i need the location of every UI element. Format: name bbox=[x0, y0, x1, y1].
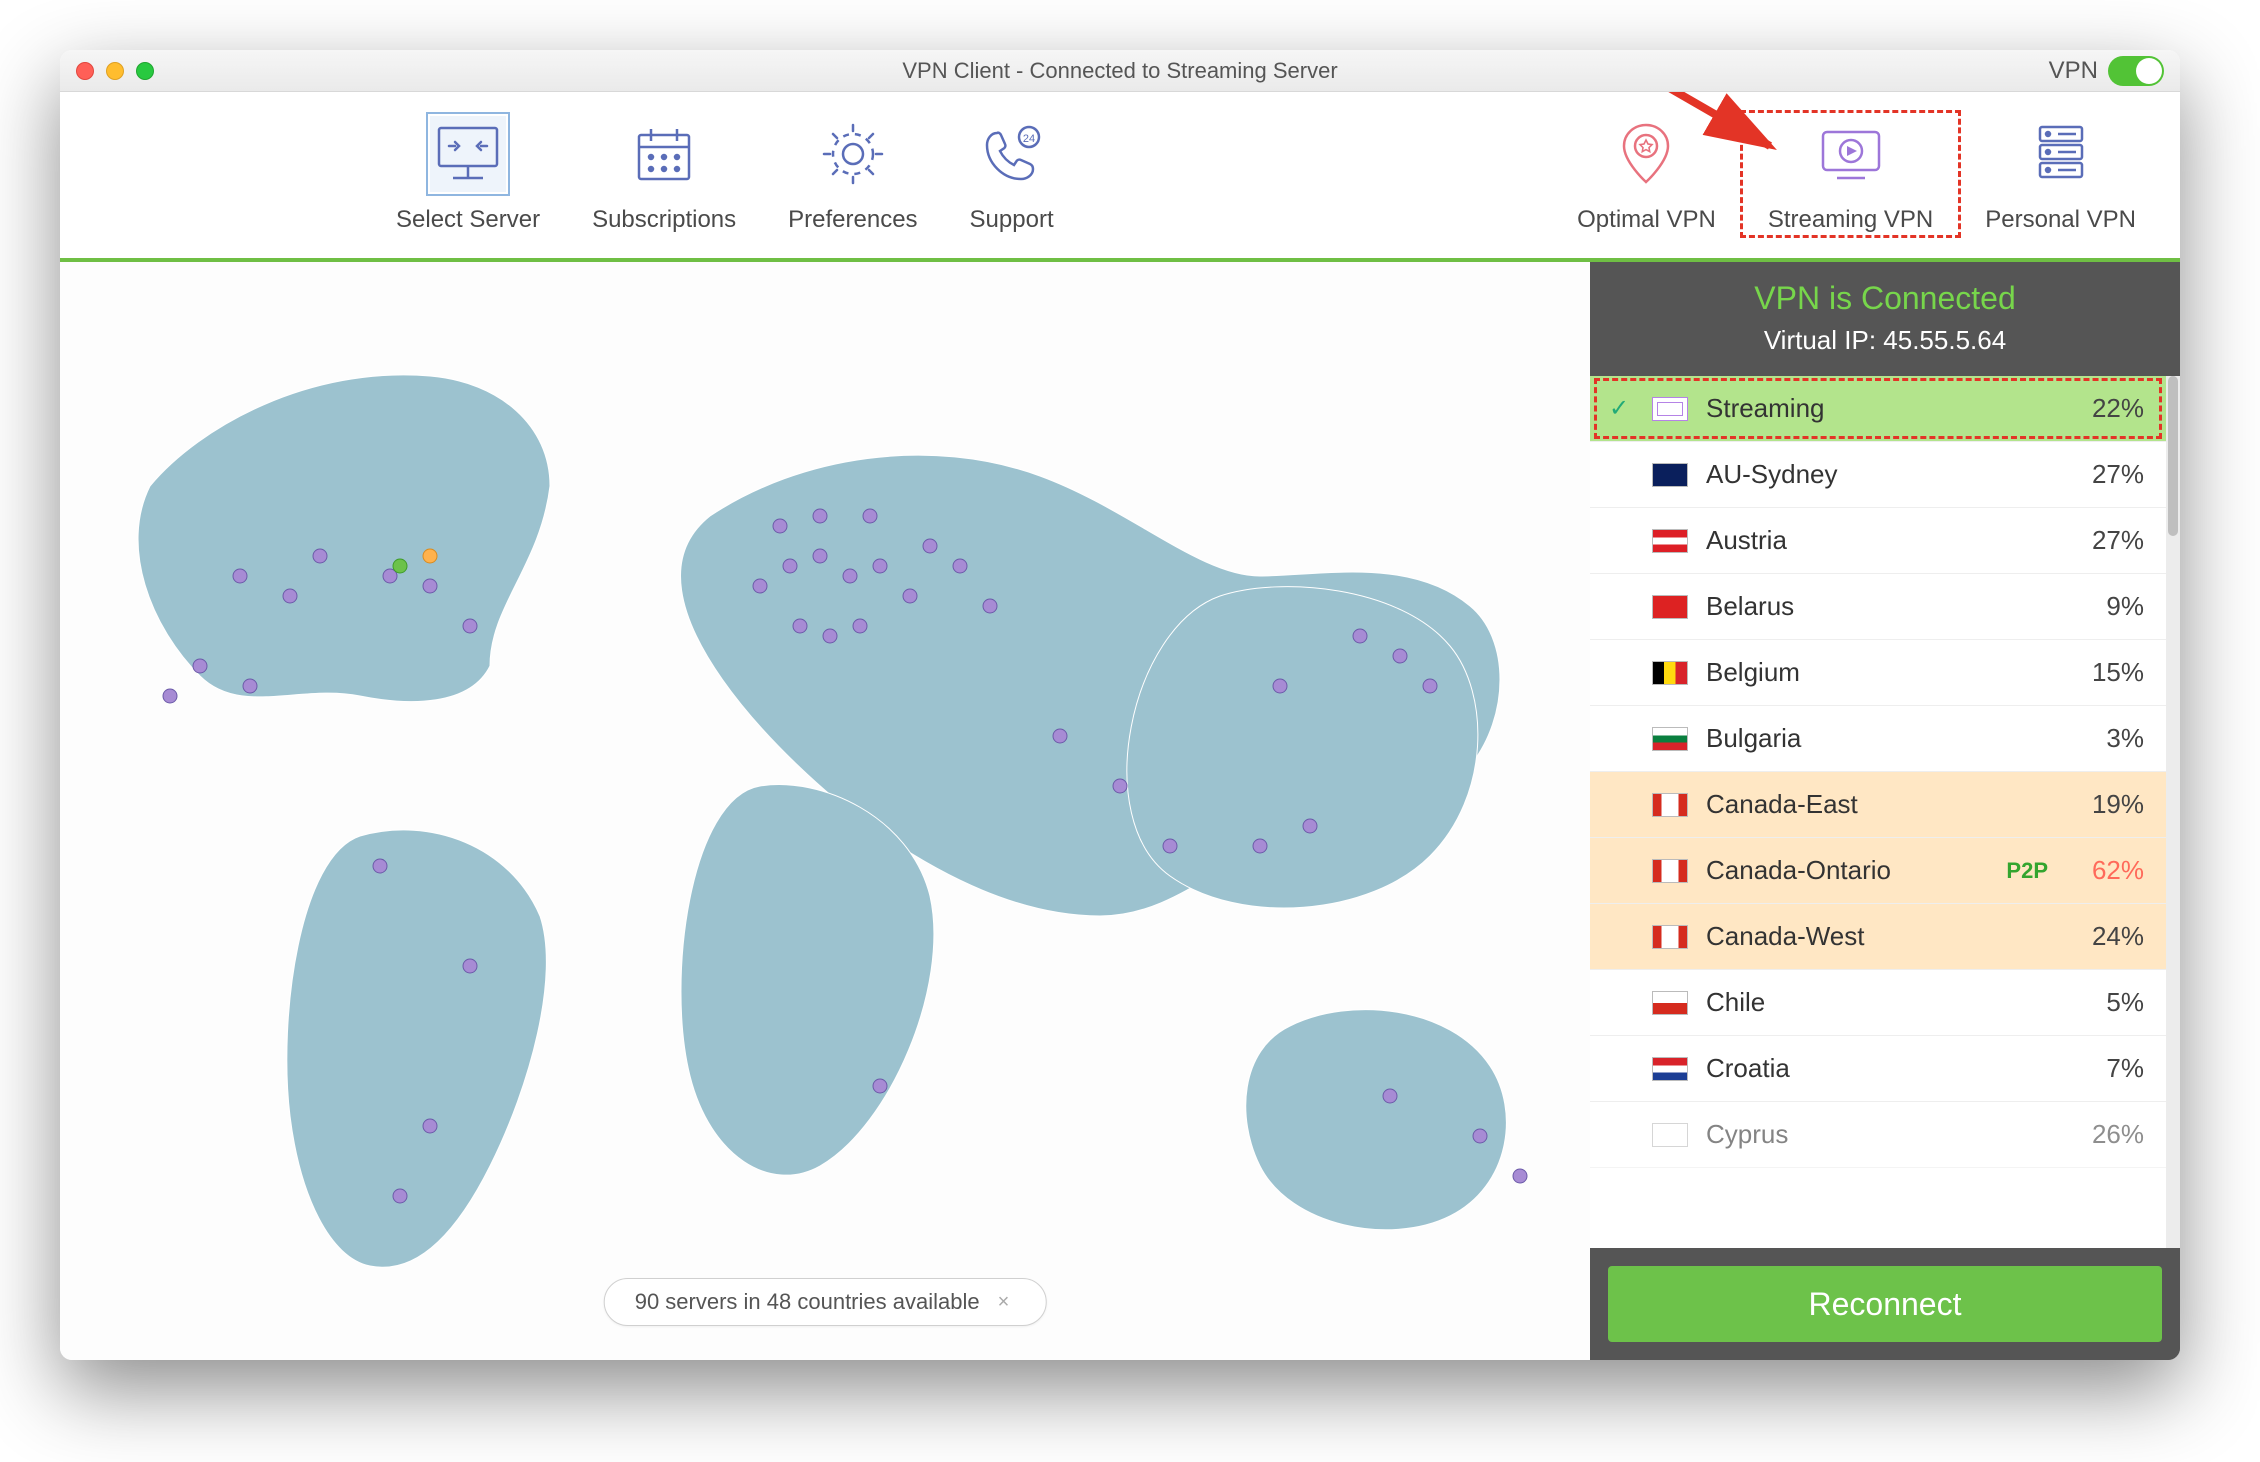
personal-vpn-button[interactable]: Personal VPN bbox=[1959, 106, 2162, 244]
server-name: Bulgaria bbox=[1706, 723, 2054, 754]
preferences-label: Preferences bbox=[788, 206, 917, 234]
server-name: Belgium bbox=[1706, 657, 2054, 688]
server-sidebar: VPN is Connected Virtual IP: 45.55.5.64 … bbox=[1590, 262, 2180, 1360]
phone-support-icon: 24 bbox=[974, 116, 1050, 192]
subscriptions-button[interactable]: Subscriptions bbox=[566, 106, 762, 244]
streaming-vpn-label: Streaming VPN bbox=[1768, 206, 1933, 234]
window-controls bbox=[76, 62, 154, 80]
server-load-pct: 9% bbox=[2072, 591, 2144, 622]
server-list: ✓Streaming22%✓AU-Sydney27%✓Austria27%✓Be… bbox=[1590, 376, 2166, 1248]
gear-icon bbox=[815, 116, 891, 192]
flag-icon bbox=[1652, 397, 1688, 421]
zoom-window-button[interactable] bbox=[136, 62, 154, 80]
close-window-button[interactable] bbox=[76, 62, 94, 80]
server-list-wrap: ✓Streaming22%✓AU-Sydney27%✓Austria27%✓Be… bbox=[1590, 376, 2180, 1248]
toolbar: Select Server Subscriptions bbox=[60, 92, 2180, 262]
server-load-pct: 27% bbox=[2072, 525, 2144, 556]
streaming-vpn-button[interactable]: Streaming VPN bbox=[1742, 106, 1959, 244]
preferences-button[interactable]: Preferences bbox=[762, 106, 943, 244]
connection-status: VPN is Connected Virtual IP: 45.55.5.64 bbox=[1590, 262, 2180, 376]
world-map-svg bbox=[60, 262, 1590, 1360]
flag-icon bbox=[1652, 925, 1688, 949]
server-name: Cyprus bbox=[1706, 1119, 2054, 1150]
select-server-button[interactable]: Select Server bbox=[370, 106, 566, 244]
flag-icon bbox=[1652, 463, 1688, 487]
server-name: Croatia bbox=[1706, 1053, 2054, 1084]
vpn-master-toggle[interactable]: VPN bbox=[2049, 56, 2164, 86]
streaming-play-icon bbox=[1813, 116, 1889, 192]
server-count-text: 90 servers in 48 countries available bbox=[635, 1289, 980, 1315]
server-name: Chile bbox=[1706, 987, 2054, 1018]
server-count-pill[interactable]: 90 servers in 48 countries available × bbox=[604, 1278, 1047, 1326]
server-row[interactable]: ✓AU-Sydney27% bbox=[1590, 442, 2166, 508]
server-rack-icon bbox=[2023, 116, 2099, 192]
flag-icon bbox=[1652, 991, 1688, 1015]
server-load-pct: 27% bbox=[2072, 459, 2144, 490]
minimize-window-button[interactable] bbox=[106, 62, 124, 80]
server-load-pct: 19% bbox=[2072, 789, 2144, 820]
support-button[interactable]: 24 Support bbox=[944, 106, 1080, 244]
check-icon: ✓ bbox=[1604, 394, 1634, 423]
server-row[interactable]: ✓Croatia7% bbox=[1590, 1036, 2166, 1102]
server-load-pct: 62% bbox=[2072, 855, 2144, 886]
window-title: VPN Client - Connected to Streaming Serv… bbox=[60, 58, 2180, 84]
flag-icon bbox=[1652, 1057, 1688, 1081]
support-label: Support bbox=[970, 206, 1054, 234]
server-load-pct: 22% bbox=[2072, 393, 2144, 424]
reconnect-button[interactable]: Reconnect bbox=[1608, 1266, 2162, 1342]
server-name: Belarus bbox=[1706, 591, 2054, 622]
calendar-icon bbox=[626, 116, 702, 192]
server-row[interactable]: ✓Canada-OntarioP2P62% bbox=[1590, 838, 2166, 904]
server-row[interactable]: ✓ Streaming 22% bbox=[1590, 376, 2166, 442]
server-load-pct: 26% bbox=[2072, 1119, 2144, 1150]
server-row[interactable]: ✓Canada-East19% bbox=[1590, 772, 2166, 838]
virtual-ip-label: Virtual IP: 45.55.5.64 bbox=[1600, 325, 2170, 356]
monitor-icon bbox=[430, 116, 506, 192]
scrollbar-thumb[interactable] bbox=[2168, 376, 2178, 536]
titlebar: VPN Client - Connected to Streaming Serv… bbox=[60, 50, 2180, 92]
subscriptions-label: Subscriptions bbox=[592, 206, 736, 234]
optimal-vpn-button[interactable]: Optimal VPN bbox=[1551, 106, 1742, 244]
server-load-pct: 15% bbox=[2072, 657, 2144, 688]
vpn-toggle-label: VPN bbox=[2049, 57, 2098, 85]
server-row[interactable]: ✓Bulgaria3% bbox=[1590, 706, 2166, 772]
status-connected-label: VPN is Connected bbox=[1600, 280, 2170, 317]
server-load-pct: 5% bbox=[2072, 987, 2144, 1018]
server-list-scrollbar[interactable] bbox=[2166, 376, 2180, 1248]
optimal-vpn-label: Optimal VPN bbox=[1577, 206, 1716, 234]
server-name: Streaming bbox=[1706, 393, 2054, 424]
pin-star-icon bbox=[1608, 116, 1684, 192]
app-window: VPN Client - Connected to Streaming Serv… bbox=[60, 50, 2180, 1360]
server-row[interactable]: ✓Cyprus26% bbox=[1590, 1102, 2166, 1168]
flag-icon bbox=[1652, 661, 1688, 685]
flag-icon bbox=[1652, 859, 1688, 883]
server-row[interactable]: ✓Chile5% bbox=[1590, 970, 2166, 1036]
server-row[interactable]: ✓Austria27% bbox=[1590, 508, 2166, 574]
main-content: 90 servers in 48 countries available × V… bbox=[60, 262, 2180, 1360]
server-row[interactable]: ✓Canada-West24% bbox=[1590, 904, 2166, 970]
server-name: Austria bbox=[1706, 525, 2054, 556]
flag-icon bbox=[1652, 595, 1688, 619]
server-row[interactable]: ✓Belgium15% bbox=[1590, 640, 2166, 706]
reconnect-area: Reconnect bbox=[1590, 1248, 2180, 1360]
server-load-pct: 7% bbox=[2072, 1053, 2144, 1084]
close-icon[interactable]: × bbox=[998, 1291, 1010, 1314]
flag-icon bbox=[1652, 1123, 1688, 1147]
server-load-pct: 24% bbox=[2072, 921, 2144, 952]
server-row[interactable]: ✓Belarus9% bbox=[1590, 574, 2166, 640]
flag-icon bbox=[1652, 529, 1688, 553]
world-map[interactable]: 90 servers in 48 countries available × bbox=[60, 262, 1590, 1360]
server-name: Canada-Ontario bbox=[1706, 855, 1988, 886]
flag-icon bbox=[1652, 793, 1688, 817]
select-server-label: Select Server bbox=[396, 206, 540, 234]
flag-icon bbox=[1652, 727, 1688, 751]
server-name: AU-Sydney bbox=[1706, 459, 2054, 490]
server-name: Canada-East bbox=[1706, 789, 2054, 820]
server-load-pct: 3% bbox=[2072, 723, 2144, 754]
toggle-switch-on-icon[interactable] bbox=[2108, 56, 2164, 86]
p2p-badge: P2P bbox=[2006, 858, 2048, 884]
server-name: Canada-West bbox=[1706, 921, 2054, 952]
svg-text:24: 24 bbox=[1022, 133, 1034, 145]
personal-vpn-label: Personal VPN bbox=[1985, 206, 2136, 234]
